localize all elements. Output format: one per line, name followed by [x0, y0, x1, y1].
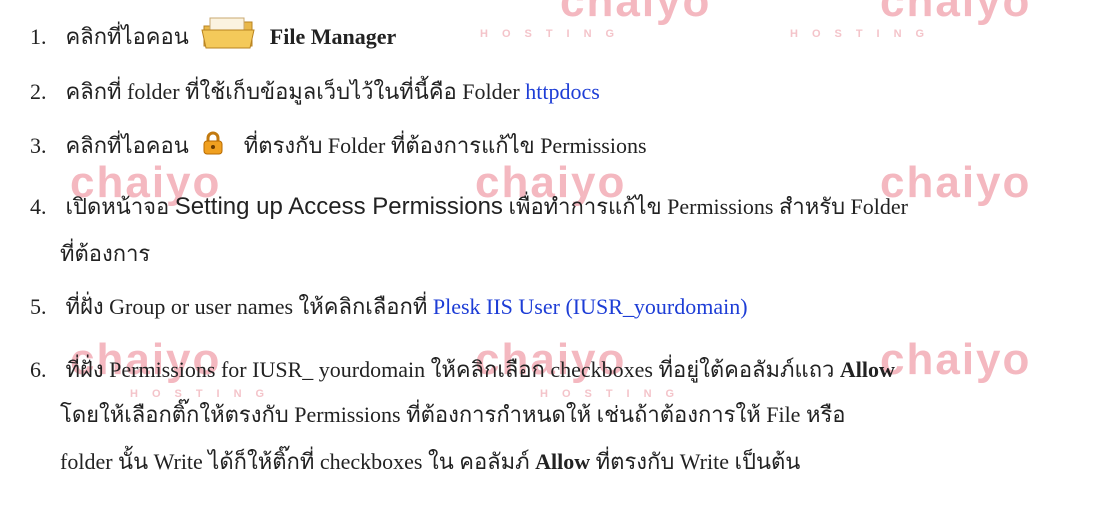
step-bold: File Manager	[269, 24, 397, 49]
watermark-logo: chaiyo	[880, 0, 1032, 26]
step-5: 5. ที่ฝั่ง Group or user names ให้คลิกเล…	[30, 292, 748, 322]
step-number: 3.	[30, 133, 47, 158]
file-manager-folder-icon	[200, 16, 258, 50]
httpdocs-link[interactable]: httpdocs	[525, 79, 600, 104]
step-text: folder นั้น Write ได้ก็ให้ติ๊กที่ checkb…	[60, 449, 530, 474]
step-text: ที่ตรงกับ Write เป็นต้น	[595, 449, 801, 474]
step-number: 2.	[30, 79, 47, 104]
watermark: HOSTING	[480, 28, 628, 40]
step-3: 3. คลิกที่ไอคอน ที่ตรงกับ Folder ที่ต้อง…	[30, 130, 647, 161]
watermark-sub: HOSTING	[540, 388, 689, 400]
watermark: chaiyo	[560, 0, 711, 24]
step-bold: Allow	[535, 449, 591, 474]
step-text: ที่ฝั่ง Permissions for IUSR_ yourdomain…	[65, 357, 835, 382]
step-number: 1.	[30, 24, 47, 49]
step-text: คลิกที่ folder ที่ใช้เก็บข้อมูลเว็บไว้ใน…	[65, 79, 520, 104]
step-bold: Allow	[839, 357, 895, 382]
step-2: 2. คลิกที่ folder ที่ใช้เก็บข้อมูลเว็บไว…	[30, 77, 600, 107]
step-6-continuation: โดยให้เลือกติ๊กให้ตรงกับ Permissions ที่…	[60, 402, 846, 427]
step-highlight: Setting up Access Permissions	[174, 193, 503, 220]
watermark: chaiyo	[880, 338, 1031, 382]
step-4-continuation: ที่ต้องการ	[60, 241, 151, 266]
step-text: คลิกที่ไอคอน	[65, 133, 189, 158]
watermark: HOSTING	[540, 388, 688, 400]
plesk-iis-user-link[interactable]: Plesk IIS User (IUSR_yourdomain)	[433, 294, 748, 319]
step-6-continuation-2: folder นั้น Write ได้ก็ให้ติ๊กที่ checkb…	[60, 447, 800, 477]
watermark-sub: HOSTING	[130, 388, 279, 400]
watermark-sub: HOSTING	[480, 28, 629, 40]
lock-icon	[200, 130, 226, 156]
watermark: chaiyo	[880, 0, 1031, 24]
watermark-sub: HOSTING	[790, 28, 939, 40]
step-text: ที่ตรงกับ Folder ที่ต้องการแก้ไข Permiss…	[243, 133, 647, 158]
step-text: คลิกที่ไอคอน	[65, 24, 189, 49]
step-number: 5.	[30, 294, 47, 319]
step-number: 6.	[30, 357, 47, 382]
step-1: 1. คลิกที่ไอคอน File Manager	[30, 16, 396, 52]
step-text: เปิดหน้าจอ	[65, 194, 170, 219]
step-text: เพื่อทำการแก้ไข Permissions สำหรับ Folde…	[508, 194, 908, 219]
watermark: HOSTING	[130, 388, 278, 400]
watermark: HOSTING	[790, 28, 938, 40]
step-number: 4.	[30, 194, 47, 219]
step-text: ที่ฝั่ง Group or user names ให้คลิกเลือก…	[65, 294, 428, 319]
step-4: 4. เปิดหน้าจอ Setting up Access Permissi…	[30, 192, 908, 222]
step-6: 6. ที่ฝั่ง Permissions for IUSR_ yourdom…	[30, 355, 895, 385]
watermark-logo: chaiyo	[880, 335, 1032, 384]
watermark-logo: chaiyo	[560, 0, 712, 26]
